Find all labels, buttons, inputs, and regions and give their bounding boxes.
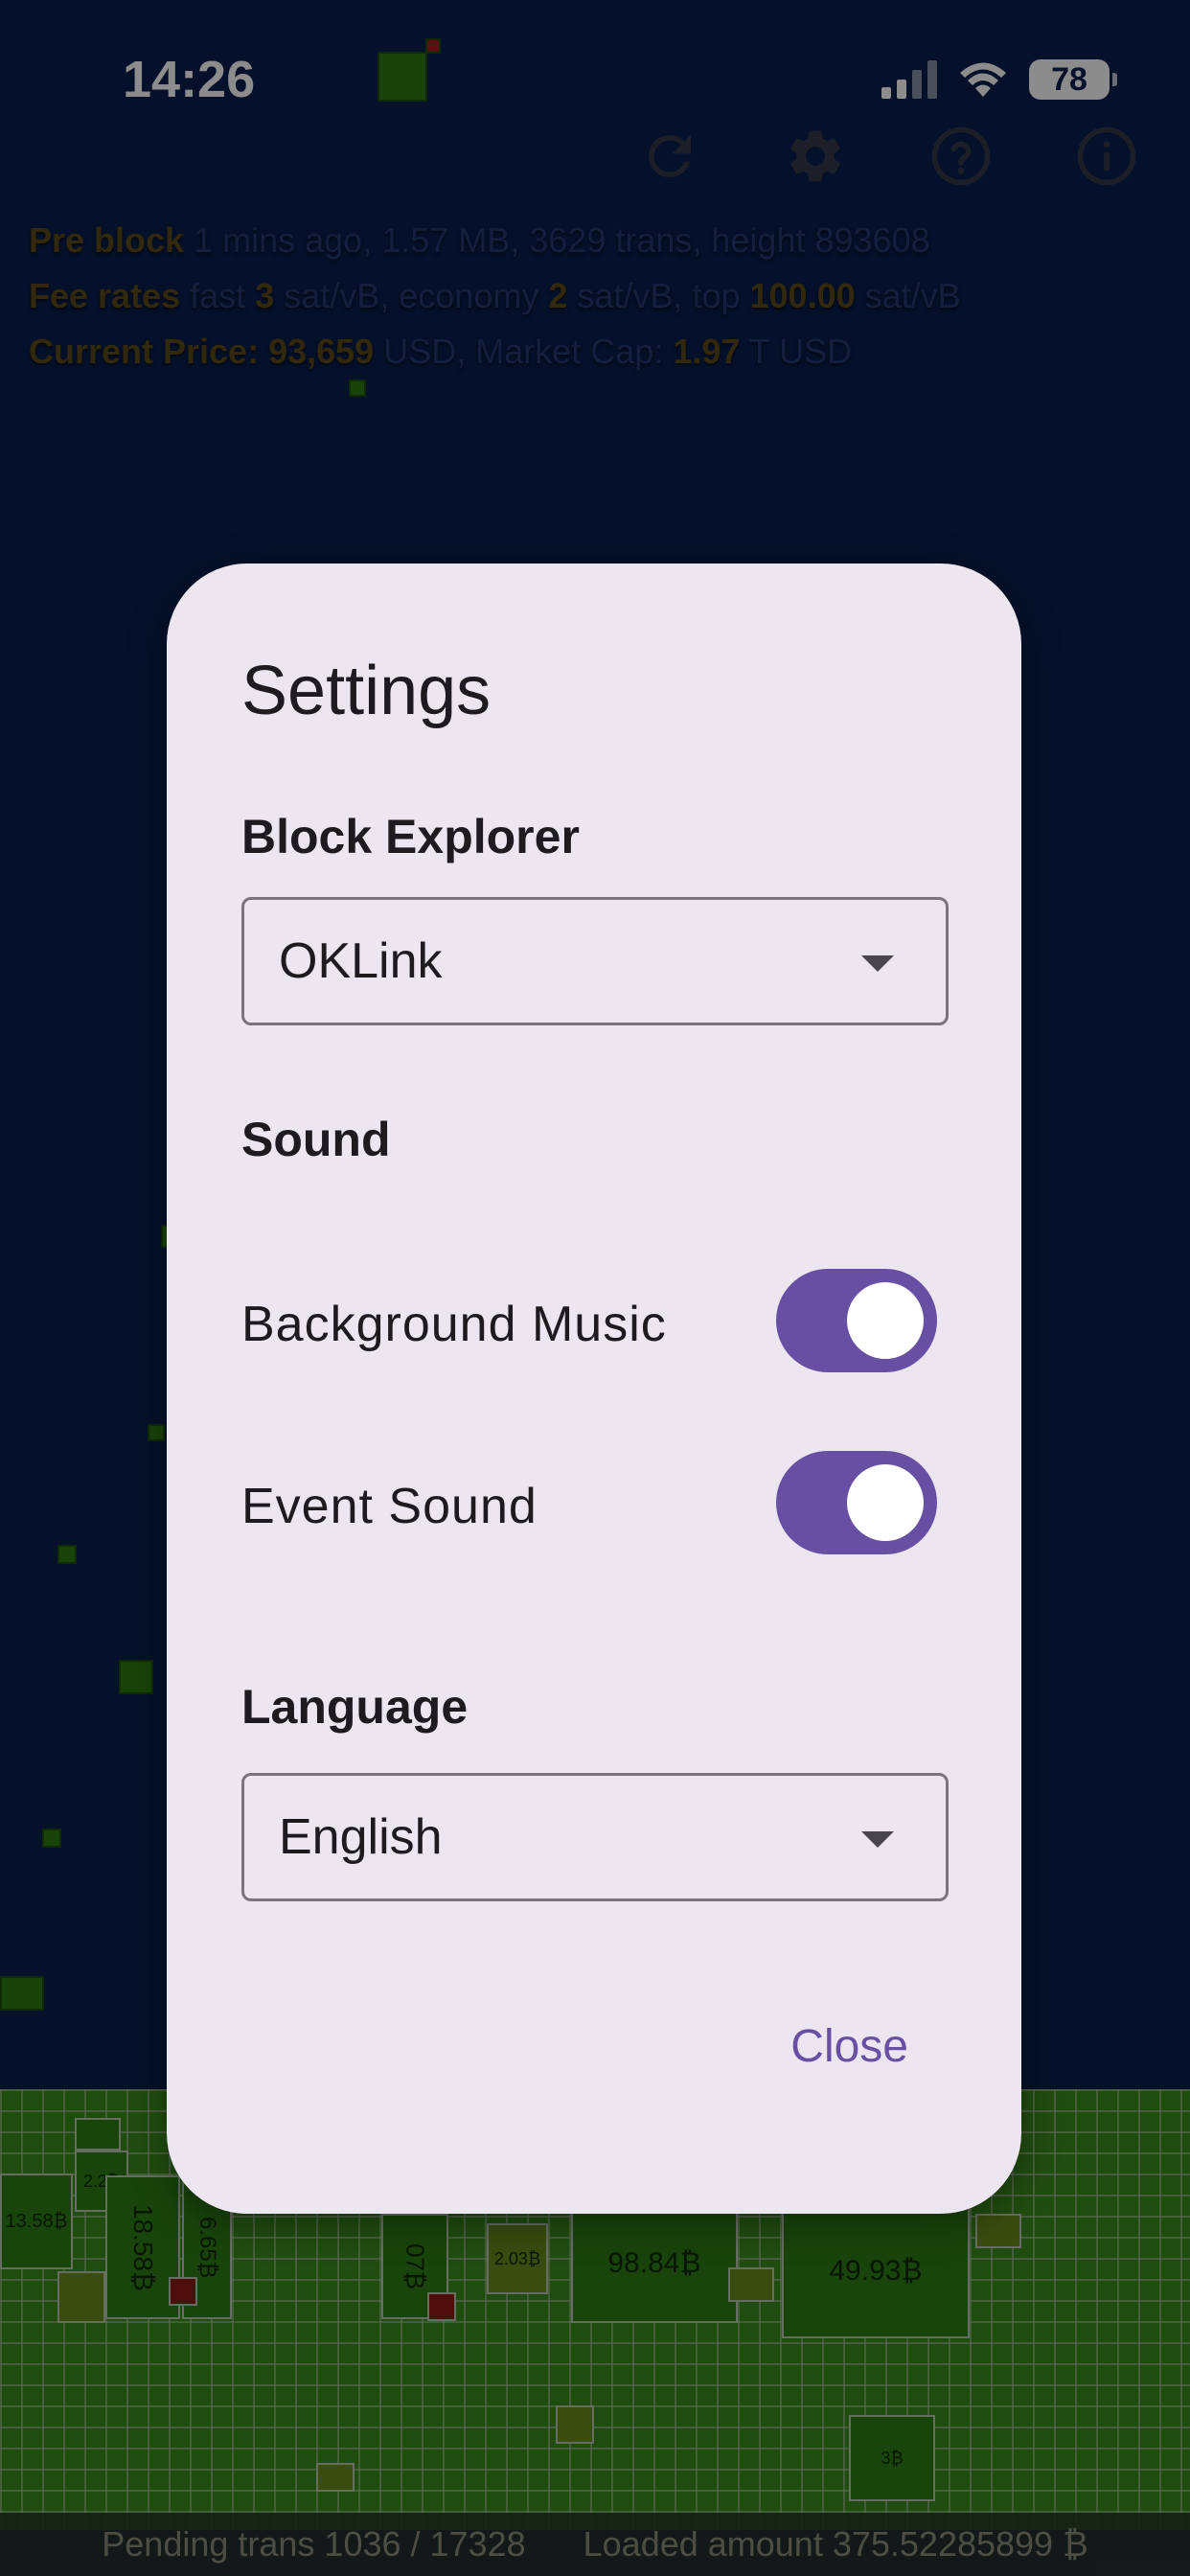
language-value: English xyxy=(279,1809,443,1865)
block-explorer-label: Block Explorer xyxy=(241,810,580,863)
dropdown-arrow-icon xyxy=(861,955,894,972)
sound-label: Sound xyxy=(241,1113,391,1166)
event-sound-switch[interactable] xyxy=(776,1451,937,1554)
switch-thumb xyxy=(847,1464,924,1541)
language-label: Language xyxy=(241,1680,469,1734)
event-sound-label: Event Sound xyxy=(241,1479,538,1534)
language-dropdown[interactable]: English xyxy=(241,1773,949,1901)
app-screen: 14:26 78 Pre block 1 mins ago, 1.57 MB, … xyxy=(0,0,1190,2576)
switch-thumb xyxy=(847,1282,924,1359)
dialog-title: Settings xyxy=(241,653,492,729)
background-music-switch[interactable] xyxy=(776,1269,937,1372)
close-button[interactable]: Close xyxy=(790,2020,908,2073)
dropdown-arrow-icon xyxy=(861,1831,894,1848)
settings-dialog: Settings Block Explorer OKLink Sound Bac… xyxy=(167,564,1021,2214)
block-explorer-value: OKLink xyxy=(279,933,443,989)
background-music-label: Background Music xyxy=(241,1297,667,1352)
block-explorer-dropdown[interactable]: OKLink xyxy=(241,897,949,1025)
